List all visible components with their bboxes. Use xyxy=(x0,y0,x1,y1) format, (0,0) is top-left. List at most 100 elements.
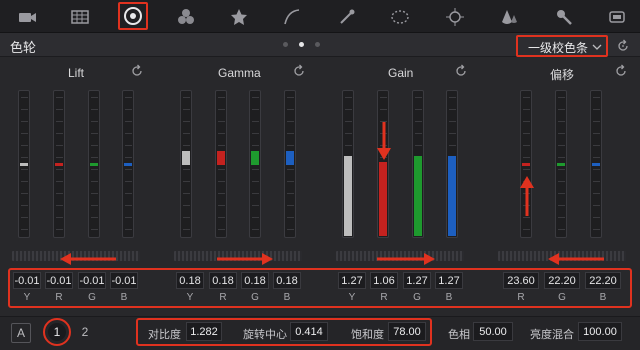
stereo-icon[interactable] xyxy=(590,0,640,33)
gamma-y-bar[interactable] xyxy=(180,90,192,238)
track-tick xyxy=(21,205,28,206)
track-tick xyxy=(287,133,294,134)
grid-icon[interactable] xyxy=(53,0,106,33)
track-tick xyxy=(56,169,63,170)
key-icon[interactable] xyxy=(537,0,590,33)
track-tick xyxy=(287,169,294,170)
lift-g-bar[interactable] xyxy=(88,90,100,238)
gain-g-value[interactable]: 1.27 xyxy=(403,272,431,289)
reset-icon[interactable] xyxy=(130,64,144,78)
track-tick xyxy=(218,193,225,194)
track-tick xyxy=(125,145,132,146)
saturation-value[interactable]: 78.00 xyxy=(388,322,426,341)
lum-mix-value[interactable]: 100.00 xyxy=(578,322,622,341)
channel-label-y: Y xyxy=(348,292,356,303)
lift-b-value[interactable]: -0.01 xyxy=(110,272,138,289)
track-tick xyxy=(558,121,565,122)
lift-y-bar[interactable] xyxy=(18,90,30,238)
track-tick xyxy=(449,133,456,134)
page-2-button[interactable]: 2 xyxy=(76,323,94,341)
offset-r-value[interactable]: 23.60 xyxy=(503,272,539,289)
track-tick xyxy=(345,145,352,146)
offset-g-bar[interactable] xyxy=(555,90,567,238)
hue-value[interactable]: 50.00 xyxy=(473,322,513,341)
track-tick xyxy=(218,121,225,122)
track-tick xyxy=(56,181,63,182)
track-tick xyxy=(125,229,132,230)
track-tick xyxy=(287,217,294,218)
saturation-label: 饱和度 xyxy=(351,329,384,341)
track-tick xyxy=(558,109,565,110)
gamma-r-bar[interactable] xyxy=(215,90,227,238)
channel-label-y: Y xyxy=(186,292,194,303)
track-tick xyxy=(345,121,352,122)
gamma-y-value[interactable]: 0.18 xyxy=(176,272,204,289)
track-tick xyxy=(523,157,530,158)
rgb-mixer-icon[interactable] xyxy=(159,0,212,33)
track-tick xyxy=(183,181,190,182)
mode-dropdown[interactable]: 一级校色条 xyxy=(516,35,608,57)
wheel-title-offset: 偏移 xyxy=(550,68,575,82)
track-tick xyxy=(125,121,132,122)
track-tick xyxy=(558,145,565,146)
track-tick xyxy=(91,133,98,134)
gain-r-bar[interactable] xyxy=(377,90,389,238)
gamma-r-value[interactable]: 0.18 xyxy=(209,272,237,289)
gamma-g-value[interactable]: 0.18 xyxy=(241,272,269,289)
pivot-value[interactable]: 0.414 xyxy=(290,322,328,341)
lift-r-bar[interactable] xyxy=(53,90,65,238)
track-tick xyxy=(558,229,565,230)
reset-icon[interactable] xyxy=(614,64,628,78)
down-arrow-icon xyxy=(377,122,391,160)
tracker-icon[interactable] xyxy=(428,0,481,33)
eyedropper-icon[interactable] xyxy=(320,0,373,33)
contrast-value[interactable]: 1.282 xyxy=(186,322,222,341)
page-dot[interactable] xyxy=(283,42,288,47)
reset-icon[interactable] xyxy=(454,64,468,78)
blur-icon[interactable] xyxy=(483,0,536,33)
gain-y-bar[interactable] xyxy=(342,90,354,238)
toolbar xyxy=(0,0,640,33)
track-tick xyxy=(287,97,294,98)
page-indicator[interactable] xyxy=(283,42,323,48)
reset-all-icon[interactable] xyxy=(616,39,630,53)
track-tick xyxy=(558,97,565,98)
gamma-b-value[interactable]: 0.18 xyxy=(273,272,301,289)
color-wheels-icon[interactable] xyxy=(118,2,148,30)
lift-y-value[interactable]: -0.01 xyxy=(13,272,41,289)
curves-icon[interactable] xyxy=(265,0,318,33)
channel-label-b: B xyxy=(445,292,453,303)
channel-label-r: R xyxy=(517,292,525,303)
reset-icon[interactable] xyxy=(292,64,306,78)
lift-r-value[interactable]: -0.01 xyxy=(45,272,73,289)
gain-y-value[interactable]: 1.27 xyxy=(338,272,366,289)
right-arrow-icon xyxy=(377,253,435,265)
lift-b-bar[interactable] xyxy=(122,90,134,238)
track-tick xyxy=(125,169,132,170)
lift-g-value[interactable]: -0.01 xyxy=(78,272,106,289)
gamma-g-bar[interactable] xyxy=(249,90,261,238)
gain-b-bar[interactable] xyxy=(446,90,458,238)
gamma-b-bar[interactable] xyxy=(284,90,296,238)
track-tick xyxy=(21,229,28,230)
channel-label-y: Y xyxy=(23,292,31,303)
a-button[interactable]: A xyxy=(11,323,31,343)
window-icon[interactable] xyxy=(373,0,426,33)
track-tick xyxy=(593,121,600,122)
gain-r-value[interactable]: 1.06 xyxy=(370,272,398,289)
gain-b-value[interactable]: 1.27 xyxy=(435,272,463,289)
offset-b-value[interactable]: 22.20 xyxy=(585,272,621,289)
track-tick xyxy=(218,133,225,134)
track-tick xyxy=(523,133,530,134)
track-tick xyxy=(218,109,225,110)
track-tick xyxy=(415,109,422,110)
offset-g-value[interactable]: 22.20 xyxy=(544,272,580,289)
gain-g-bar[interactable] xyxy=(412,90,424,238)
page-dot[interactable] xyxy=(315,42,320,47)
camera-icon[interactable] xyxy=(0,0,53,33)
offset-b-bar[interactable] xyxy=(590,90,602,238)
page-dot-active[interactable] xyxy=(299,42,304,47)
page-1-button[interactable]: 1 xyxy=(48,323,66,341)
track-tick xyxy=(593,109,600,110)
star-icon[interactable] xyxy=(212,0,265,33)
